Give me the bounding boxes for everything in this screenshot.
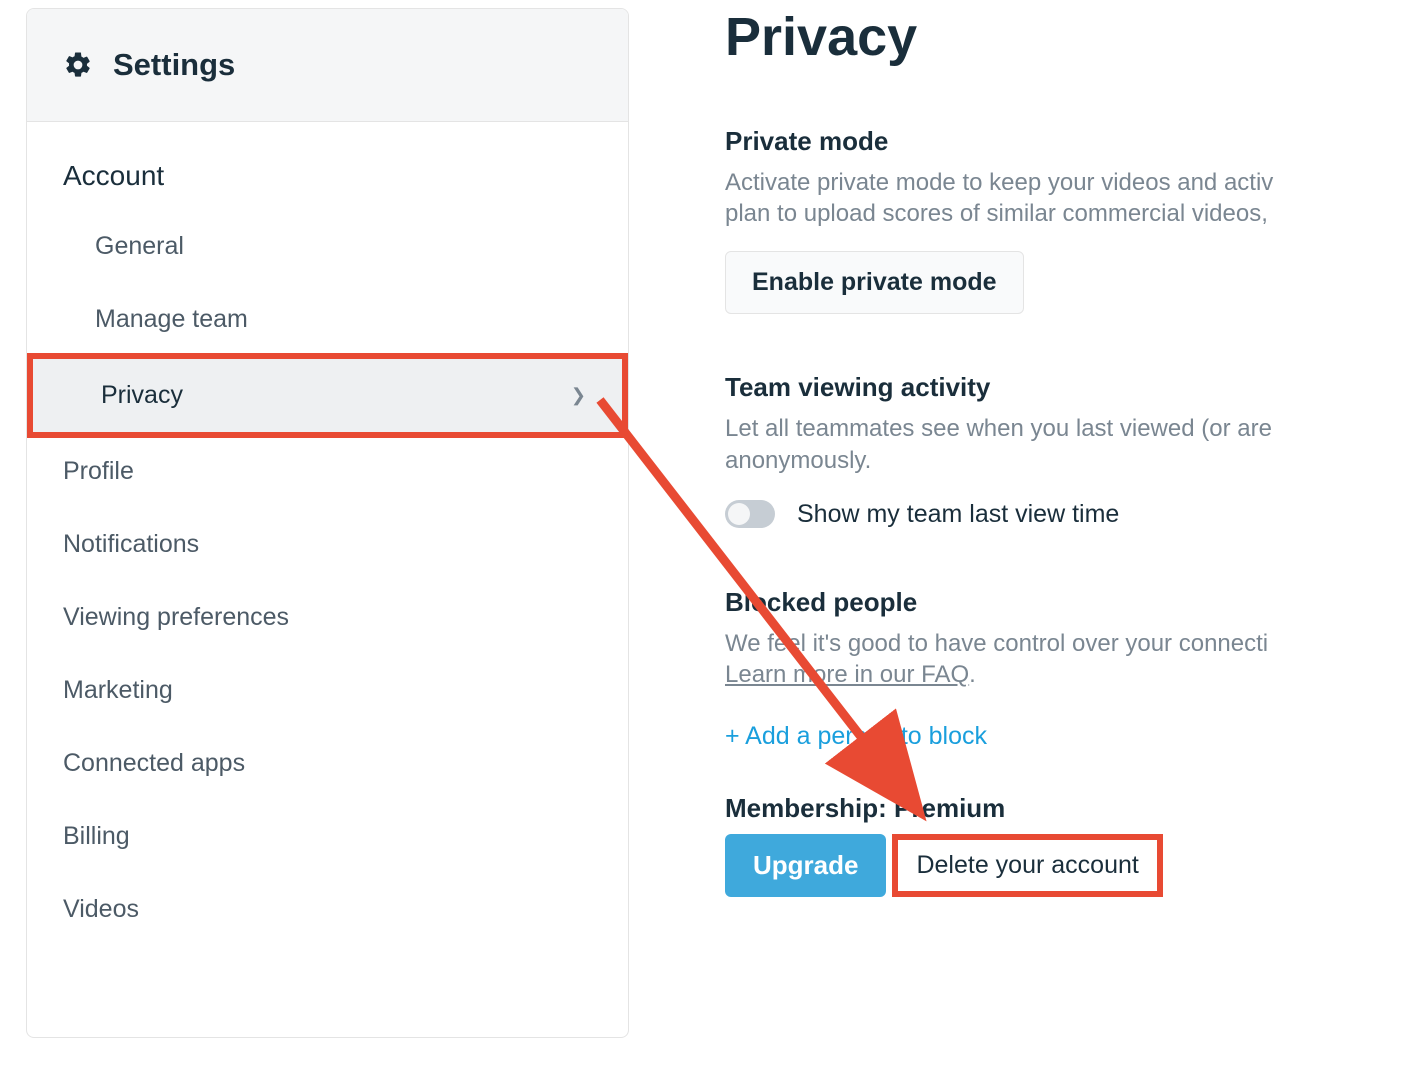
upgrade-button[interactable]: Upgrade (725, 834, 886, 897)
section-description: Let all teammates see when you last view… (725, 413, 1412, 475)
sidebar-header: Settings (27, 9, 628, 122)
sidebar-item-manage-team[interactable]: Manage team (27, 283, 628, 356)
section-blocked-people: Blocked people We feel it's good to have… (725, 587, 1412, 751)
gear-icon (63, 50, 93, 80)
sidebar-item-label: Billing (63, 822, 130, 851)
sidebar-item-label: Viewing preferences (63, 603, 289, 632)
section-heading: Team viewing activity (725, 372, 1412, 403)
annotation-highlight-delete: Delete your account (892, 834, 1162, 897)
delete-account-link[interactable]: Delete your account (916, 851, 1138, 880)
toggle-label: Show my team last view time (797, 500, 1119, 529)
chevron-right-icon: ❯ (571, 385, 586, 406)
section-heading: Private mode (725, 126, 1412, 157)
section-heading: Blocked people (725, 587, 1412, 618)
sidebar-item-billing[interactable]: Billing (27, 800, 628, 873)
sidebar-item-profile[interactable]: Profile (27, 435, 628, 508)
membership-buttons: Upgrade Delete your account (725, 834, 1412, 897)
membership-heading: Membership: Premium (725, 793, 1412, 824)
section-description: We feel it's good to have control over y… (725, 628, 1412, 690)
sidebar-item-label: Profile (63, 457, 134, 486)
settings-sidebar: Settings Account General Manage team Pri… (26, 8, 629, 1038)
sidebar-item-label: Marketing (63, 676, 173, 705)
sidebar-section-account: Account (27, 122, 628, 210)
sidebar-item-label: Videos (63, 895, 139, 924)
sidebar-item-privacy[interactable]: Privacy ❯ (33, 359, 622, 432)
sidebar-item-general[interactable]: General (27, 210, 628, 283)
page-title: Privacy (725, 6, 1412, 68)
sidebar-title: Settings (113, 47, 235, 83)
show-team-view-time-toggle[interactable] (725, 500, 775, 528)
faq-link[interactable]: Learn more in our FAQ (725, 661, 969, 688)
sidebar-item-notifications[interactable]: Notifications (27, 508, 628, 581)
section-membership: Membership: Premium Upgrade Delete your … (725, 793, 1412, 897)
sidebar-item-marketing[interactable]: Marketing (27, 654, 628, 727)
sidebar-item-viewing-preferences[interactable]: Viewing preferences (27, 581, 628, 654)
section-description: Activate private mode to keep your video… (725, 167, 1412, 229)
sidebar-item-label: General (95, 232, 184, 261)
enable-private-mode-button[interactable]: Enable private mode (725, 251, 1024, 314)
add-person-to-block-link[interactable]: + Add a person to block (725, 722, 987, 751)
sidebar-item-label: Connected apps (63, 749, 245, 778)
main-content: Privacy Private mode Activate private mo… (629, 0, 1412, 1072)
section-private-mode: Private mode Activate private mode to ke… (725, 126, 1412, 314)
sidebar-item-label: Privacy (101, 381, 183, 410)
sidebar-item-label: Manage team (95, 305, 248, 334)
annotation-highlight-privacy: Privacy ❯ (27, 353, 628, 438)
sidebar-item-label: Notifications (63, 530, 199, 559)
section-team-activity: Team viewing activity Let all teammates … (725, 372, 1412, 528)
toggle-row: Show my team last view time (725, 500, 1412, 529)
sidebar-item-videos[interactable]: Videos (27, 873, 628, 946)
sidebar-item-connected-apps[interactable]: Connected apps (27, 727, 628, 800)
